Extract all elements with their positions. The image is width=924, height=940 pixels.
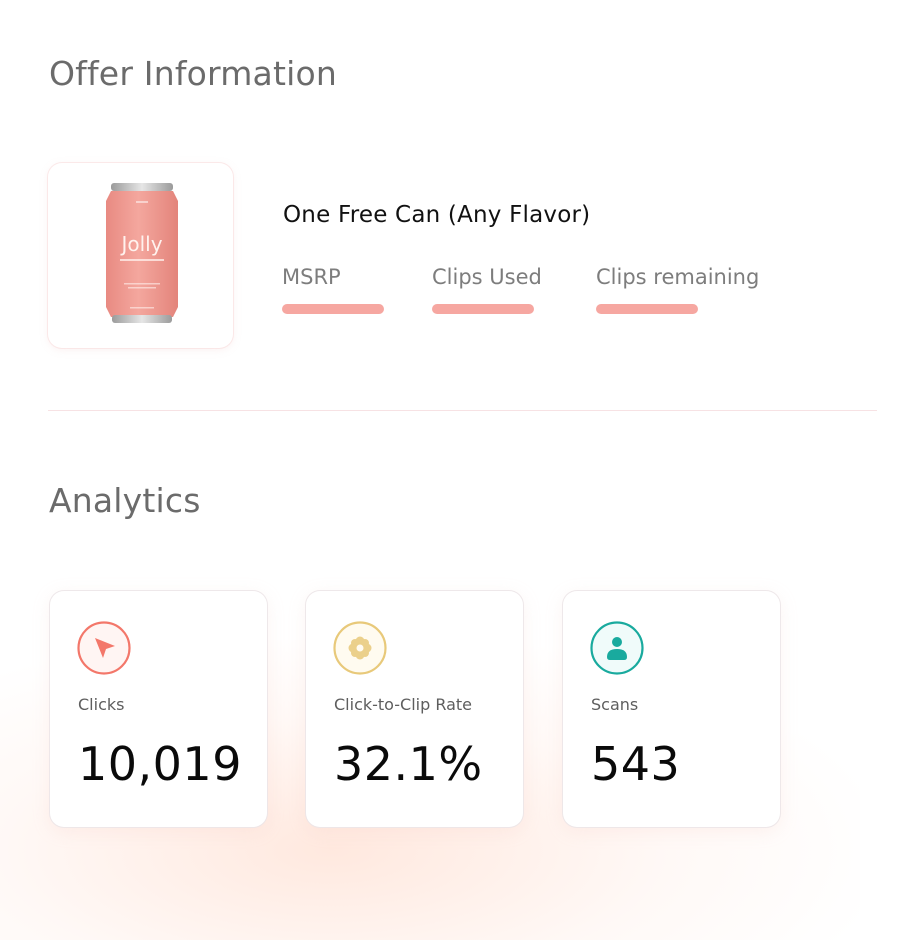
user-icon [590,621,644,675]
metric-value: 10,019 [78,737,242,791]
stat-label-clips-used: Clips Used [432,265,542,289]
metric-value: 543 [591,737,681,791]
stat-label-msrp: MSRP [282,265,341,289]
stat-msrp: MSRP [282,265,384,314]
can-brand-text: Jolly [119,232,162,256]
section-divider [48,410,877,411]
cursor-arrow-icon [77,621,131,675]
stat-clips-used: Clips Used [432,265,542,314]
metric-value: 32.1% [334,737,483,791]
flower-icon [333,621,387,675]
metric-card-scans[interactable]: Scans 543 [563,591,780,827]
product-image-card: Jolly [48,163,233,348]
metric-card-click-to-clip-rate[interactable]: Click-to-Clip Rate 32.1% [306,591,523,827]
metric-label: Clicks [78,695,125,714]
stat-label-clips-remaining: Clips remaining [596,265,760,289]
soda-can-image: Jolly [106,183,178,323]
stat-clips-remaining: Clips remaining [596,265,759,314]
stat-value-placeholder-bar [596,304,698,314]
analytics-title: Analytics [49,481,201,520]
metric-label: Click-to-Clip Rate [334,695,473,714]
metric-card-clicks[interactable]: Clicks 10,019 [50,591,267,827]
stat-value-placeholder-bar [432,304,534,314]
offer-name: One Free Can (Any Flavor) [283,202,591,228]
offer-information-title: Offer Information [49,54,337,93]
metric-label: Scans [591,695,639,714]
stat-value-placeholder-bar [282,304,384,314]
